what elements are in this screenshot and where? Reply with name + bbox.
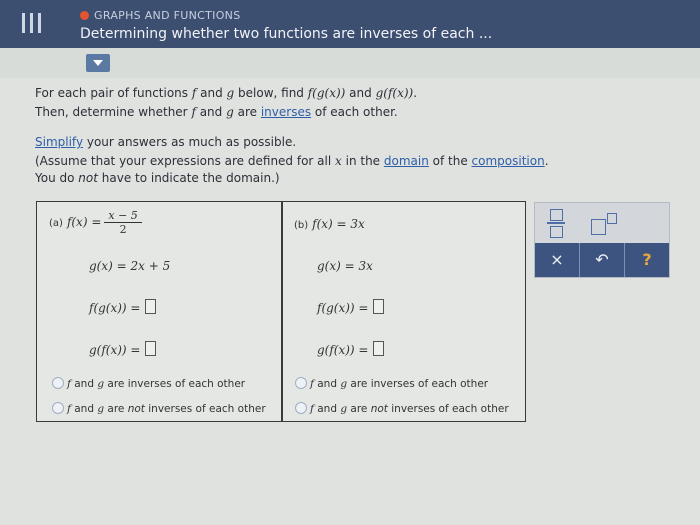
part-a-gf-row: g(f(x)) =: [89, 341, 156, 357]
radio-icon[interactable]: [52, 377, 64, 389]
fraction-template-icon[interactable]: [547, 209, 565, 239]
part-a-option-inverses[interactable]: f and g are inverses of each other: [52, 377, 245, 390]
part-a-gf-answer-input[interactable]: [144, 341, 156, 356]
inverses-link[interactable]: inverses: [261, 105, 311, 119]
part-a-g-definition: g(x) = 2x + 5: [89, 259, 171, 273]
simplify-line: Simplify your answers as much as possibl…: [35, 135, 297, 149]
toolbox-actions: × ↶ ?: [535, 243, 669, 277]
instruction-line-2: Then, determine whether f and g are inve…: [35, 105, 398, 119]
help-button[interactable]: ?: [625, 243, 669, 277]
clear-button[interactable]: ×: [535, 243, 579, 277]
math-toolbox: × ↶ ?: [534, 202, 670, 278]
exponent-template-icon[interactable]: [591, 213, 621, 235]
menu-icon[interactable]: [22, 13, 44, 35]
topic-status-dot-icon: [80, 11, 89, 20]
part-a-option-not-inverses[interactable]: f and g are not inverses of each other: [52, 402, 266, 415]
part-b-f-definition: (b) f(x) = 3x: [294, 217, 365, 231]
part-a-fg-row: f(g(x)) =: [89, 299, 156, 315]
part-a-fg-answer-input[interactable]: [144, 299, 156, 314]
top-header: GRAPHS AND FUNCTIONS Determining whether…: [0, 0, 700, 48]
instruction-line-1: For each pair of functions f and g below…: [35, 86, 418, 100]
radio-icon[interactable]: [295, 402, 307, 414]
column-divider: [281, 202, 283, 421]
simplify-link[interactable]: Simplify: [35, 135, 83, 149]
part-a-f-definition: (a) f(x) = x − 52: [49, 209, 142, 236]
part-b-option-not-inverses[interactable]: f and g are not inverses of each other: [295, 402, 509, 415]
part-b-fg-answer-input[interactable]: [372, 299, 384, 314]
radio-icon[interactable]: [295, 377, 307, 389]
domain-link[interactable]: domain: [384, 154, 429, 168]
part-b-g-definition: g(x) = 3x: [317, 259, 373, 273]
part-b-gf-answer-input[interactable]: [372, 341, 384, 356]
assume-line: (Assume that your expressions are define…: [35, 154, 549, 168]
part-a-fraction: x − 52: [104, 209, 142, 236]
composition-link[interactable]: composition: [472, 154, 545, 168]
part-b-fg-row: f(g(x)) =: [317, 299, 384, 315]
radio-icon[interactable]: [52, 402, 64, 414]
page-title: Determining whether two functions are in…: [80, 26, 493, 42]
answer-table: (a) f(x) = x − 52 g(x) = 2x + 5 f(g(x)) = …: [36, 201, 526, 422]
part-b-gf-row: g(f(x)) =: [317, 341, 384, 357]
domain-notice-line: You do not have to indicate the domain.): [35, 171, 280, 185]
expand-chevron-down-icon[interactable]: [86, 54, 110, 72]
breadcrumb: GRAPHS AND FUNCTIONS: [80, 9, 240, 22]
part-b-option-inverses[interactable]: f and g are inverses of each other: [295, 377, 488, 390]
undo-button[interactable]: ↶: [580, 243, 624, 277]
